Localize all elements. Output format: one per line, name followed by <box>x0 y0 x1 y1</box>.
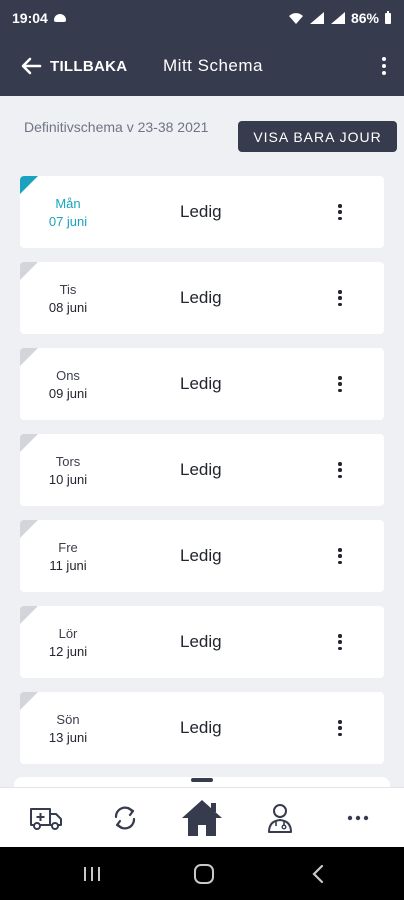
arrow-left-icon <box>21 57 42 75</box>
battery-percent: 86% <box>350 10 379 26</box>
wifi-icon <box>288 13 303 24</box>
page-title: Mitt Schema <box>163 56 263 75</box>
day-status: Ledig <box>180 202 222 221</box>
more-options-icon[interactable] <box>336 462 344 478</box>
day-name: Lör <box>58 625 78 641</box>
recent-apps-icon[interactable] <box>62 847 122 900</box>
back-system-icon[interactable] <box>288 847 348 900</box>
cloud-icon <box>53 14 66 22</box>
more-options-icon[interactable] <box>336 548 344 564</box>
day-card[interactable]: Tors 10 juni Ledig <box>20 434 384 506</box>
day-card[interactable]: Tis 08 juni Ledig <box>20 262 384 334</box>
day-status: Ledig <box>180 718 222 737</box>
more-options-icon[interactable] <box>336 720 344 736</box>
more-options-icon[interactable] <box>336 634 344 650</box>
ambulance-icon[interactable] <box>16 788 76 848</box>
back-button[interactable]: TILLBAKA <box>20 55 127 77</box>
nav-indicator <box>191 778 213 782</box>
day-date: 10 juni <box>48 471 88 487</box>
system-nav-bar <box>0 847 404 900</box>
more-icon[interactable] <box>328 788 388 848</box>
back-label: TILLBAKA <box>50 57 128 75</box>
day-status: Ledig <box>180 632 222 651</box>
day-date: 12 juni <box>48 643 88 659</box>
day-status: Ledig <box>180 460 222 479</box>
day-card[interactable]: Fre 11 juni Ledig <box>20 520 384 592</box>
status-icons: 86% <box>288 10 392 26</box>
day-date: 13 juni <box>48 729 88 745</box>
day-date: 09 juni <box>48 385 88 401</box>
day-card[interactable]: Sön 13 juni Ledig <box>20 692 384 764</box>
battery-icon <box>385 11 391 24</box>
more-options-icon[interactable] <box>336 204 344 220</box>
day-card[interactable]: Mån 07 juni Ledig <box>20 176 384 248</box>
day-date: 11 juni <box>49 557 87 573</box>
day-name: Fre <box>58 539 78 555</box>
signal-icon-2 <box>330 12 345 24</box>
home-system-icon[interactable] <box>174 847 234 900</box>
status-bar: 19:04 86% <box>0 0 404 36</box>
overflow-menu-icon[interactable] <box>380 54 388 78</box>
day-date: 07 juni <box>48 213 88 229</box>
day-status: Ledig <box>180 546 222 565</box>
signal-icon <box>309 12 324 24</box>
day-status: Ledig <box>180 288 222 307</box>
day-name: Tors <box>55 453 81 469</box>
day-date: 08 juni <box>48 299 88 315</box>
day-status: Ledig <box>180 374 222 393</box>
status-time: 19:04 <box>12 10 48 26</box>
day-card[interactable]: Ons 09 juni Ledig <box>20 348 384 420</box>
schema-title: Definitivschema v 23-38 2021 <box>24 119 209 135</box>
more-options-icon[interactable] <box>336 376 344 392</box>
day-name: Ons <box>56 367 80 383</box>
app-bar: TILLBAKA Mitt Schema <box>0 36 404 96</box>
day-name: Sön <box>56 711 80 727</box>
day-name: Tis <box>59 281 77 297</box>
more-options-icon[interactable] <box>336 290 344 306</box>
day-name: Mån <box>55 195 81 211</box>
doctor-icon[interactable] <box>250 788 310 848</box>
sync-icon[interactable] <box>95 788 155 848</box>
day-card[interactable]: Lör 12 juni Ledig <box>20 606 384 678</box>
show-jour-only-button[interactable]: VISA BARA JOUR <box>238 121 397 152</box>
bottom-nav <box>0 778 404 848</box>
home-icon[interactable] <box>172 788 232 848</box>
